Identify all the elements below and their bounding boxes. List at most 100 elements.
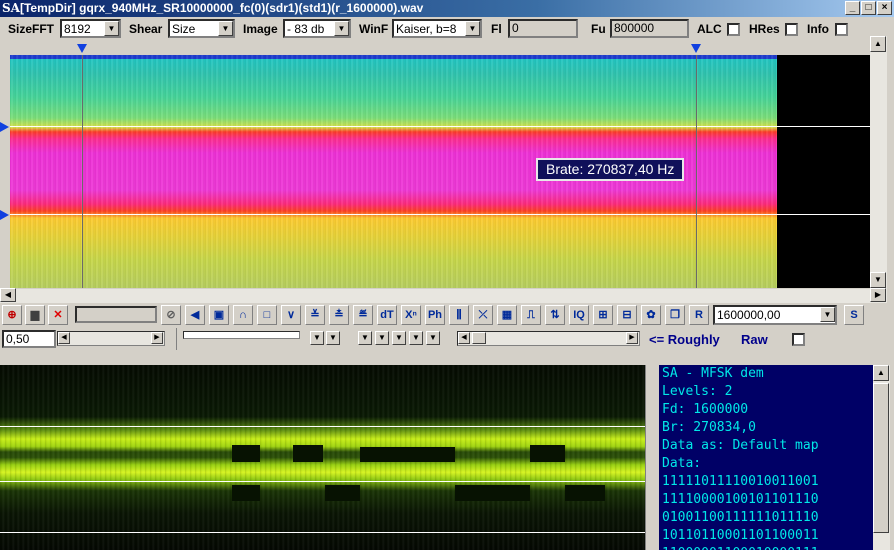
fu-field[interactable]: 800000 [610,19,689,38]
spectrogram-horizontal-scrollbar[interactable]: ◀ ▶ [0,288,887,303]
scroll-right-icon[interactable]: ▶ [626,332,638,344]
info-line: 11111011110010011001 [662,474,819,489]
pulse-icon[interactable]: ⎍ [521,305,541,325]
hres-label: HRes [749,22,780,36]
info-line: 10110110001101100011 [662,528,819,543]
title-bar: SA [TempDir] gqrx_940MHz_SR10000000_fc(0… [0,0,894,17]
pattern-1-icon[interactable]: ⊞ [593,305,613,325]
circle-slash-icon[interactable]: ⊘ [161,305,181,325]
lower-level-marker[interactable] [0,210,9,220]
zoom-icon[interactable]: ⊕ [2,305,22,325]
info-line: 11000001100010000111 [662,545,873,550]
chevron-down-icon[interactable]: ▼ [375,331,389,345]
scroll-left-icon[interactable]: ◀ [458,332,470,344]
raw-label: Raw [741,332,768,347]
brate-tooltip: Brate: 270837,40 Hz [536,158,685,181]
grid-icon[interactable]: ▦ [497,305,517,325]
scroll-down-icon[interactable]: ▼ [870,272,886,288]
scroll-left-icon[interactable]: ◀ [58,332,70,344]
roughly-label[interactable]: <= Roughly [649,332,720,347]
speaker-icon[interactable]: ◀ [185,305,205,325]
r-button[interactable]: R [689,305,709,325]
window-title: [TempDir] gqrx_940MHz_SR10000000_fc(0)(s… [20,1,424,15]
iq-icon[interactable]: IQ [569,305,589,325]
minimize-button[interactable]: _ [845,1,860,15]
demod-scrollbar[interactable] [645,365,659,550]
cross-icon[interactable]: ⤫ [473,305,493,325]
fl-field[interactable]: 0 [508,19,578,38]
chevron-down-icon[interactable]: ▼ [326,331,340,345]
right-cursor-marker[interactable] [691,44,701,53]
info-checkbox[interactable] [835,23,848,36]
copy-icon[interactable]: ❐ [665,305,685,325]
chevron-down-icon[interactable]: ▼ [820,307,835,322]
right-cursor-line[interactable] [696,55,697,288]
progress-field [75,306,157,323]
hres-checkbox[interactable] [785,23,798,36]
chevron-down-icon[interactable]: ▼ [426,331,440,345]
upper-level-marker[interactable] [0,122,9,132]
shear-select[interactable]: Size ▼ [168,19,235,38]
fl-label: Fl [491,22,502,36]
upper-level-line[interactable] [10,126,870,127]
s-button[interactable]: S [844,305,864,325]
xn-icon[interactable]: Xⁿ [401,305,421,325]
info-scrollbar[interactable]: ▲ [873,365,890,550]
chevron-down-icon[interactable]: ▼ [409,331,423,345]
position-track[interactable] [183,331,300,339]
lower-level-line[interactable] [10,214,870,215]
gear-ball-icon[interactable]: ✿ [641,305,661,325]
alc-checkbox[interactable] [727,23,740,36]
scroll-up-icon[interactable]: ▲ [870,36,886,52]
scroll-right-icon[interactable]: ▶ [870,288,886,302]
chevron-down-icon[interactable]: ▼ [358,331,372,345]
scroll-thumb[interactable] [472,332,486,344]
left-cursor-marker[interactable] [77,44,87,53]
comb-icon[interactable]: ⫼ [449,305,469,325]
maximize-button[interactable]: □ [861,1,876,15]
scroll-right-icon[interactable]: ▶ [151,332,163,344]
marker-3-icon[interactable]: ≝ [353,305,373,325]
chevron-down-icon[interactable]: ▼ [392,331,406,345]
scroll-left-icon[interactable]: ◀ [0,288,16,302]
chevron-down-icon[interactable]: ▼ [218,21,233,36]
marker-2-icon[interactable]: ≛ [329,305,349,325]
value-field[interactable]: 0,50 [2,330,56,348]
marker-1-icon[interactable]: ≚ [305,305,325,325]
scroll-up-icon[interactable]: ▲ [873,365,889,381]
demod-middle-line[interactable] [0,481,645,482]
sizefft-select[interactable]: 8192 ▼ [60,19,121,38]
scroll-thumb[interactable] [873,383,889,533]
range-scrollbar[interactable]: ◀ ▶ [457,331,640,346]
arc-filter-icon[interactable]: ∩ [233,305,253,325]
value-slider[interactable]: ◀ ▶ [57,331,165,346]
winf-select[interactable]: Kaiser, b=8 ▼ [392,19,482,38]
close-button[interactable]: × [877,1,892,15]
rect-filter-icon[interactable]: □ [257,305,277,325]
chevron-down-icon[interactable]: ▼ [104,21,119,36]
v-filter-icon[interactable]: ∨ [281,305,301,325]
square-frame-icon[interactable]: ▣ [209,305,229,325]
dt-icon[interactable]: dT [377,305,397,325]
demod-upper-line[interactable] [0,426,645,427]
pattern-2-icon[interactable]: ⊟ [617,305,637,325]
ph-icon[interactable]: Ph [425,305,445,325]
demodulator-view[interactable] [0,365,645,550]
bits-icon[interactable]: ⇅ [545,305,565,325]
frequency-select[interactable]: 1600000,00 ▼ [713,305,837,325]
demod-lower-line[interactable] [0,532,645,533]
dark-box-icon[interactable]: ▆ [25,305,45,325]
chevron-down-icon[interactable]: ▼ [334,21,349,36]
spectrogram-vertical-scrollbar[interactable]: ▲ ▼ [870,36,887,289]
mfsk-info-panel: SA - MFSK dem Levels: 2 Fd: 1600000 Br: 270… [659,365,873,550]
info-line: Br: 270834,0 [662,420,756,435]
sizefft-label: SizeFFT [8,22,55,36]
red-x-icon[interactable]: ✕ [48,305,68,325]
chevron-down-icon[interactable]: ▼ [465,21,480,36]
image-db-select[interactable]: - 83 db ▼ [283,19,351,38]
left-cursor-line[interactable] [82,55,83,288]
chevron-down-icon[interactable]: ▼ [310,331,324,345]
strip-separator [176,328,177,350]
info-line: 11110000100101101110 [662,492,819,507]
raw-checkbox[interactable] [792,333,805,346]
